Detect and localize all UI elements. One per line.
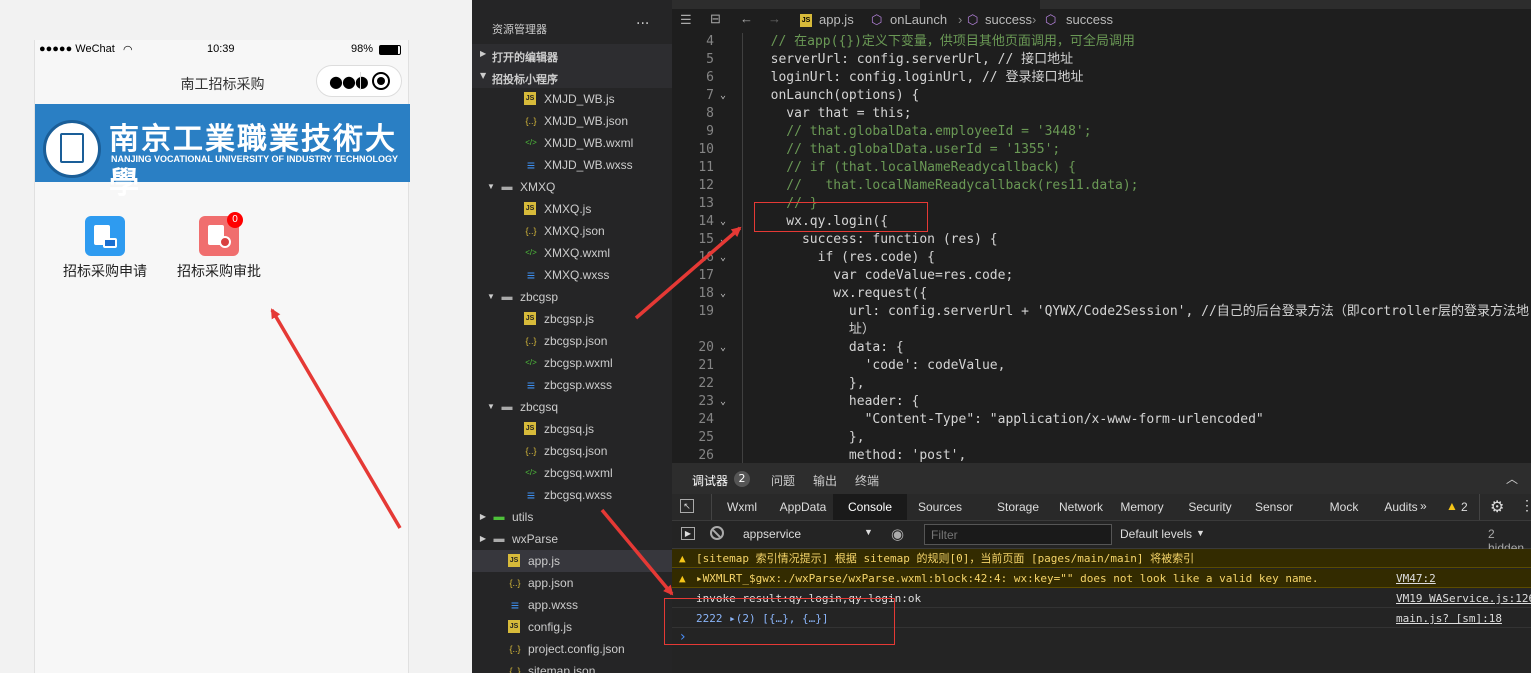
arrow-to-log — [600, 508, 674, 596]
arrow-to-login — [634, 226, 742, 320]
annotation-arrows — [270, 226, 742, 596]
arrow-to-simulator — [270, 308, 402, 529]
